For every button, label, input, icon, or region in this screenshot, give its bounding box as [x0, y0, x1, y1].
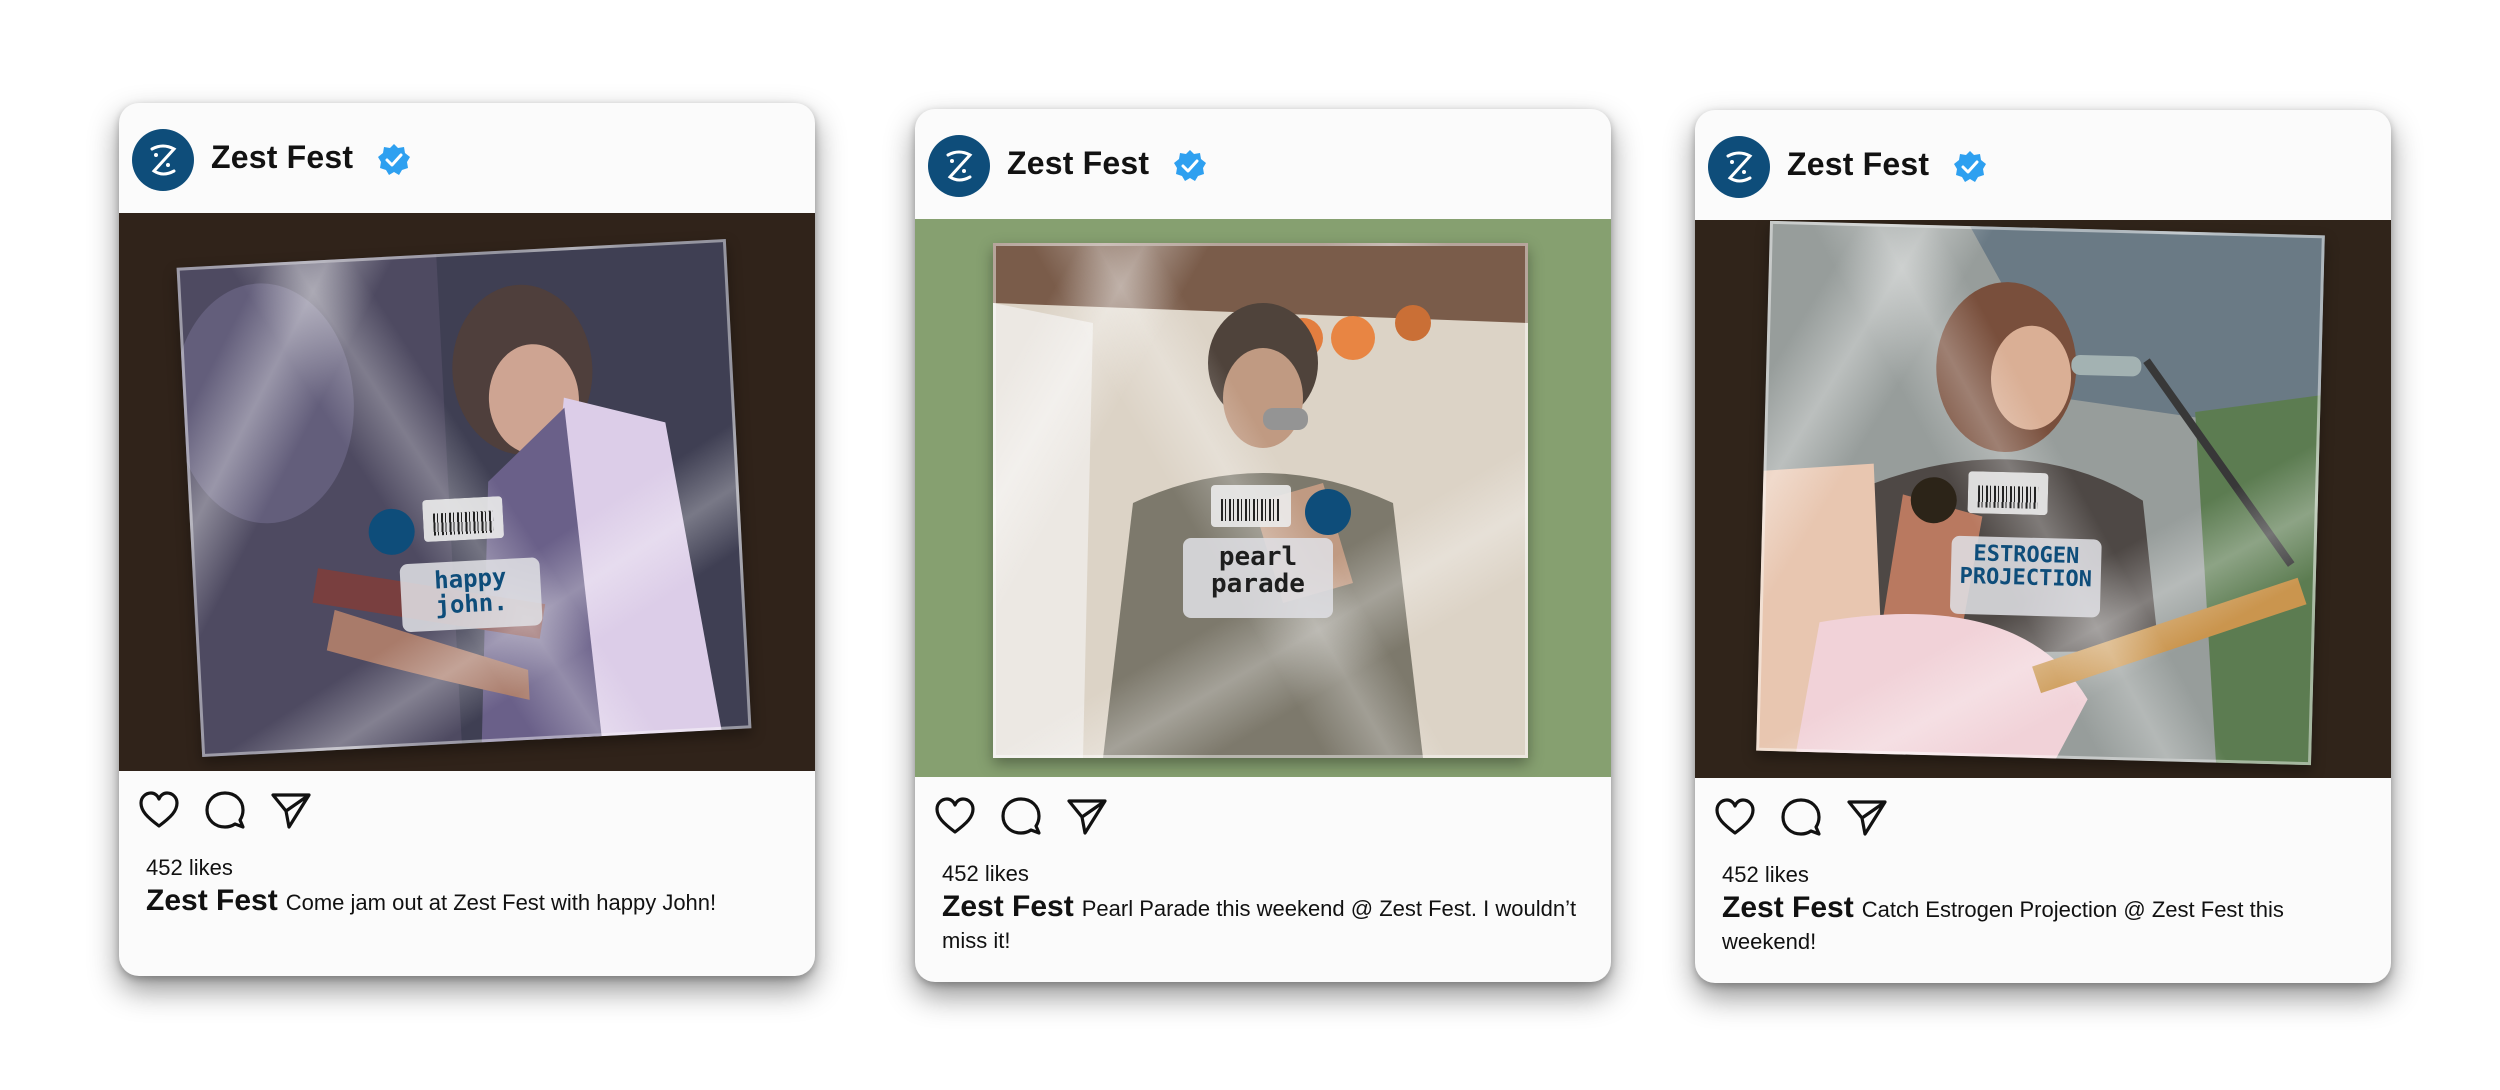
post-header: Zest Fest	[1695, 110, 2391, 220]
album-sleeve: happy John.	[176, 238, 752, 758]
post-header: Zest Fest	[119, 103, 815, 213]
post-card: Zest Fest ESTROGEN PROJECTION 452 likes …	[1695, 110, 2391, 983]
avatar[interactable]	[928, 135, 990, 197]
send-icon[interactable]	[1065, 795, 1109, 839]
caption-text: Come jam out at Zest Fest with happy Joh…	[285, 890, 717, 915]
comment-icon[interactable]	[1779, 796, 1823, 840]
post-image[interactable]: PEARL PARADE	[915, 219, 1611, 777]
caption-username[interactable]: Zest Fest	[146, 884, 278, 917]
band-name-sticker: PEARL PARADE	[1183, 538, 1333, 618]
heart-icon[interactable]	[933, 795, 977, 839]
post-header: Zest Fest	[915, 109, 1611, 219]
avatar[interactable]	[132, 129, 194, 191]
send-icon[interactable]	[269, 789, 313, 833]
caption-username[interactable]: Zest Fest	[1722, 891, 1854, 924]
account-name[interactable]: Zest Fest	[211, 139, 353, 176]
comment-icon[interactable]	[203, 789, 247, 833]
account-name[interactable]: Zest Fest	[1007, 145, 1149, 182]
like-count[interactable]: 452 likes	[1722, 862, 1809, 888]
post-card: Zest Fest PEARL PARADE	[915, 109, 1611, 982]
heart-icon[interactable]	[137, 789, 181, 833]
verified-badge-icon	[378, 144, 410, 175]
send-icon[interactable]	[1845, 796, 1889, 840]
zest-fest-logo-icon	[946, 150, 973, 182]
caption-username[interactable]: Zest Fest	[942, 890, 1074, 923]
barcode-sticker	[422, 496, 505, 543]
account-name[interactable]: Zest Fest	[1787, 146, 1929, 183]
post-image[interactable]: happy John.	[119, 213, 815, 771]
post-caption: Zest Fest Catch Estrogen Projection @ Zes…	[1722, 892, 2362, 958]
post-caption: Zest Fest Come jam out at Zest Fest with …	[146, 885, 786, 919]
band-name-sticker: happy John.	[399, 557, 543, 633]
zest-fest-logo-icon	[150, 144, 177, 176]
sticker-logo-icon	[1305, 489, 1351, 535]
barcode-sticker	[1967, 471, 2049, 516]
post-image[interactable]: ESTROGEN PROJECTION	[1695, 220, 2391, 778]
verified-badge-icon	[1954, 151, 1986, 182]
verified-badge-icon	[1174, 150, 1206, 181]
zest-fest-logo-icon	[1726, 151, 1753, 183]
avatar[interactable]	[1708, 136, 1770, 198]
comment-icon[interactable]	[999, 795, 1043, 839]
album-sleeve: ESTROGEN PROJECTION	[1756, 220, 2325, 766]
like-count[interactable]: 452 likes	[942, 861, 1029, 887]
post-caption: Zest Fest Pearl Parade this weekend @ Zes…	[942, 891, 1582, 957]
post-card: Zest Fest happy John.	[119, 103, 815, 976]
band-name-sticker: ESTROGEN PROJECTION	[1949, 535, 2102, 618]
heart-icon[interactable]	[1713, 796, 1757, 840]
barcode-sticker	[1211, 485, 1291, 527]
like-count[interactable]: 452 likes	[146, 855, 233, 881]
album-sleeve: PEARL PARADE	[993, 243, 1528, 758]
